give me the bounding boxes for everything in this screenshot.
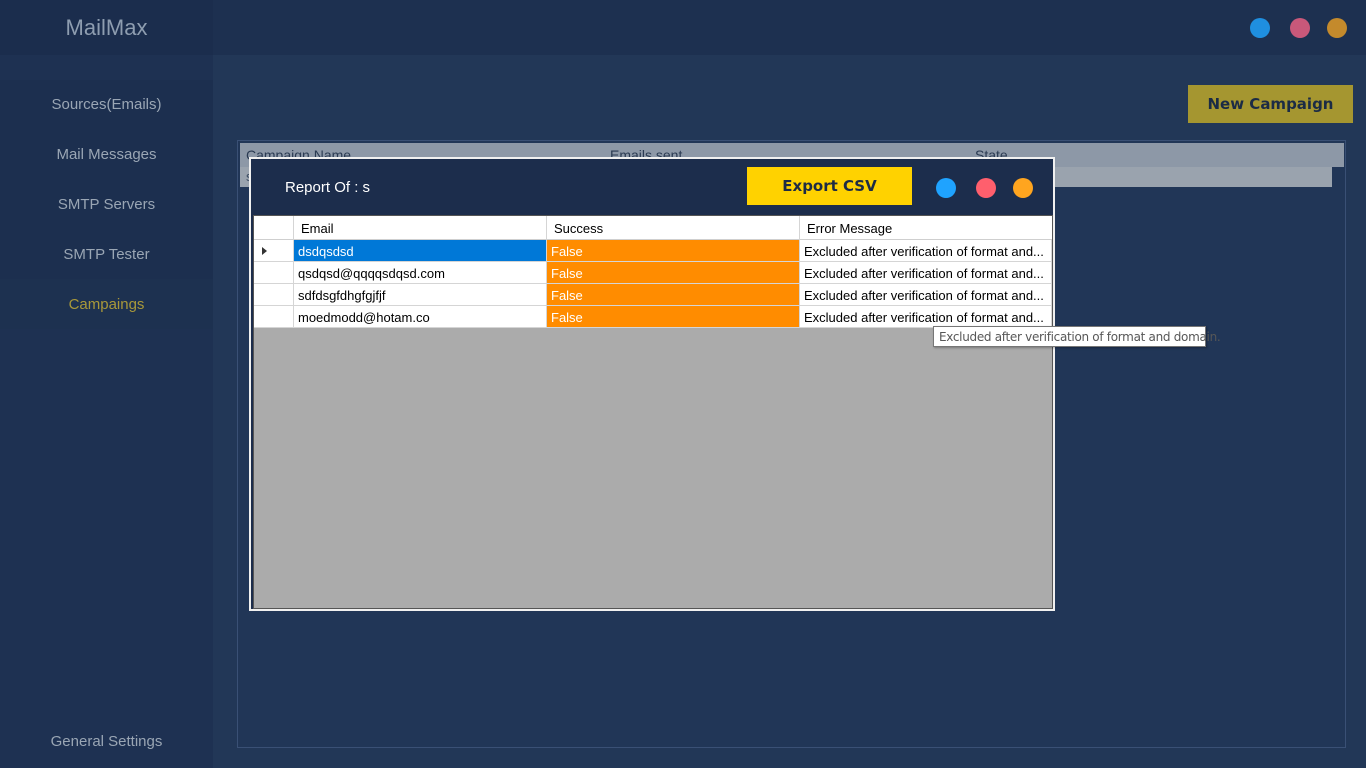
cell-success[interactable]: False (547, 240, 800, 262)
cell-email[interactable]: qsdqsd@qqqqsdqsd.com (294, 262, 547, 284)
close-dot-icon[interactable] (1327, 18, 1347, 38)
row-header[interactable] (254, 306, 294, 328)
sidebar-item-mail-messages[interactable]: Mail Messages (0, 129, 213, 179)
column-email[interactable]: Email (294, 216, 547, 240)
dialog-minimize-icon[interactable] (936, 178, 956, 198)
sidebar-item-general-settings[interactable]: General Settings (0, 716, 213, 766)
top-bar (213, 0, 1366, 55)
table-row[interactable]: dsdqsdsd False Excluded after verificati… (254, 240, 1052, 262)
report-grid: Email Success Error Message dsdqsdsd Fal… (253, 215, 1053, 609)
row-header[interactable] (254, 262, 294, 284)
cell-error-message[interactable]: Excluded after verification of format an… (800, 306, 1052, 328)
error-tooltip: Excluded after verification of format an… (933, 326, 1221, 347)
dialog-maximize-icon[interactable] (976, 178, 996, 198)
row-header[interactable] (254, 240, 294, 262)
sidebar-item-campaings[interactable]: Campaings (0, 279, 213, 329)
cell-error-message[interactable]: Excluded after verification of format an… (800, 240, 1052, 262)
cell-success[interactable]: False (547, 262, 800, 284)
app-title: MailMax (0, 0, 213, 55)
cell-email[interactable]: moedmodd@hotam.co (294, 306, 547, 328)
report-dialog: Report Of : s Export CSV Email Success E… (249, 157, 1055, 611)
table-row[interactable]: moedmodd@hotam.co False Excluded after v… (254, 306, 1052, 328)
cell-error-message[interactable]: Excluded after verification of format an… (800, 262, 1052, 284)
cell-email[interactable]: dsdqsdsd (294, 240, 547, 262)
cell-email[interactable]: sdfdsgfdhgfgjfjf (294, 284, 547, 306)
sidebar-item-smtp-servers[interactable]: SMTP Servers (0, 179, 213, 229)
sidebar: MailMax Sources(Emails) Mail Messages SM… (0, 0, 213, 768)
maximize-dot-icon[interactable] (1290, 18, 1310, 38)
cell-error-message[interactable]: Excluded after verification of format an… (800, 284, 1052, 306)
cell-success[interactable]: False (547, 284, 800, 306)
dialog-close-icon[interactable] (1013, 178, 1033, 198)
export-csv-button[interactable]: Export CSV (747, 167, 912, 205)
column-success[interactable]: Success (547, 216, 800, 240)
table-row[interactable]: sdfdsgfdhgfgjfjf False Excluded after ve… (254, 284, 1052, 306)
column-error-message[interactable]: Error Message (800, 216, 1052, 240)
sidebar-item-smtp-tester[interactable]: SMTP Tester (0, 229, 213, 279)
row-header-corner (254, 216, 294, 240)
row-header[interactable] (254, 284, 294, 306)
cell-success[interactable]: False (547, 306, 800, 328)
sidebar-item-sources[interactable]: Sources(Emails) (0, 79, 213, 129)
table-row[interactable]: qsdqsd@qqqqsdqsd.com False Excluded afte… (254, 262, 1052, 284)
minimize-dot-icon[interactable] (1250, 18, 1270, 38)
current-row-arrow-icon (262, 247, 267, 255)
report-grid-header: Email Success Error Message (254, 216, 1052, 240)
new-campaign-button[interactable]: New Campaign (1188, 85, 1353, 123)
dialog-title: Report Of : s (285, 179, 371, 196)
